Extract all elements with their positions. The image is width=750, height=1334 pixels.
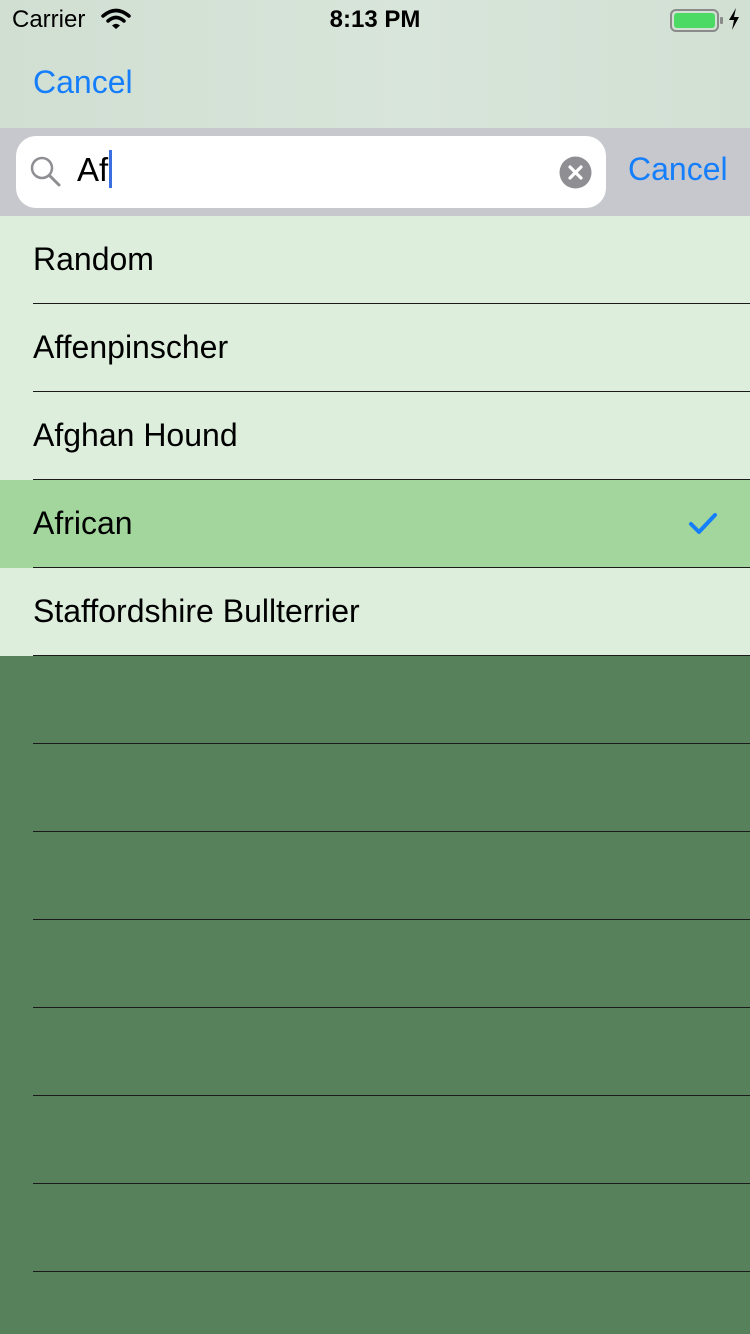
empty-row	[0, 1008, 750, 1096]
text-caret	[109, 150, 113, 188]
empty-row	[0, 656, 750, 744]
charging-bolt-icon	[728, 8, 740, 37]
search-cancel-button[interactable]: Cancel	[628, 151, 728, 188]
search-input-value: Af	[77, 151, 109, 188]
empty-row	[0, 1096, 750, 1184]
search-input[interactable]: Af	[77, 150, 113, 190]
battery-icon	[670, 9, 724, 40]
search-bar: Af Cancel	[0, 128, 750, 216]
list-item-label: African	[33, 505, 133, 541]
list-item[interactable]: Staffordshire Bullterrier	[0, 568, 750, 656]
list-item-label: Random	[33, 241, 154, 277]
top-area: Carrier 8:13 PM Cancel	[0, 0, 750, 128]
search-icon	[29, 155, 61, 192]
list-item-selected[interactable]: African	[0, 480, 750, 568]
status-bar: Carrier 8:13 PM	[0, 0, 750, 40]
empty-row	[0, 832, 750, 920]
empty-row	[0, 744, 750, 832]
list-item[interactable]: Random	[0, 216, 750, 304]
list-item[interactable]: Afghan Hound	[0, 392, 750, 480]
row-separator	[33, 1271, 750, 1272]
list-item[interactable]: Affenpinscher	[0, 304, 750, 392]
search-field[interactable]: Af	[16, 136, 606, 208]
list-item-label: Staffordshire Bullterrier	[33, 593, 360, 629]
empty-row	[0, 1184, 750, 1272]
nav-cancel-button[interactable]: Cancel	[33, 64, 133, 101]
list-item-label: Afghan Hound	[33, 417, 238, 453]
clear-icon[interactable]	[559, 156, 592, 194]
checkmark-icon	[688, 512, 718, 541]
empty-row	[0, 920, 750, 1008]
breed-list: Random Affenpinscher Afghan Hound Africa…	[0, 216, 750, 1272]
list-item-label: Affenpinscher	[33, 329, 229, 365]
clock: 8:13 PM	[329, 6, 421, 33]
